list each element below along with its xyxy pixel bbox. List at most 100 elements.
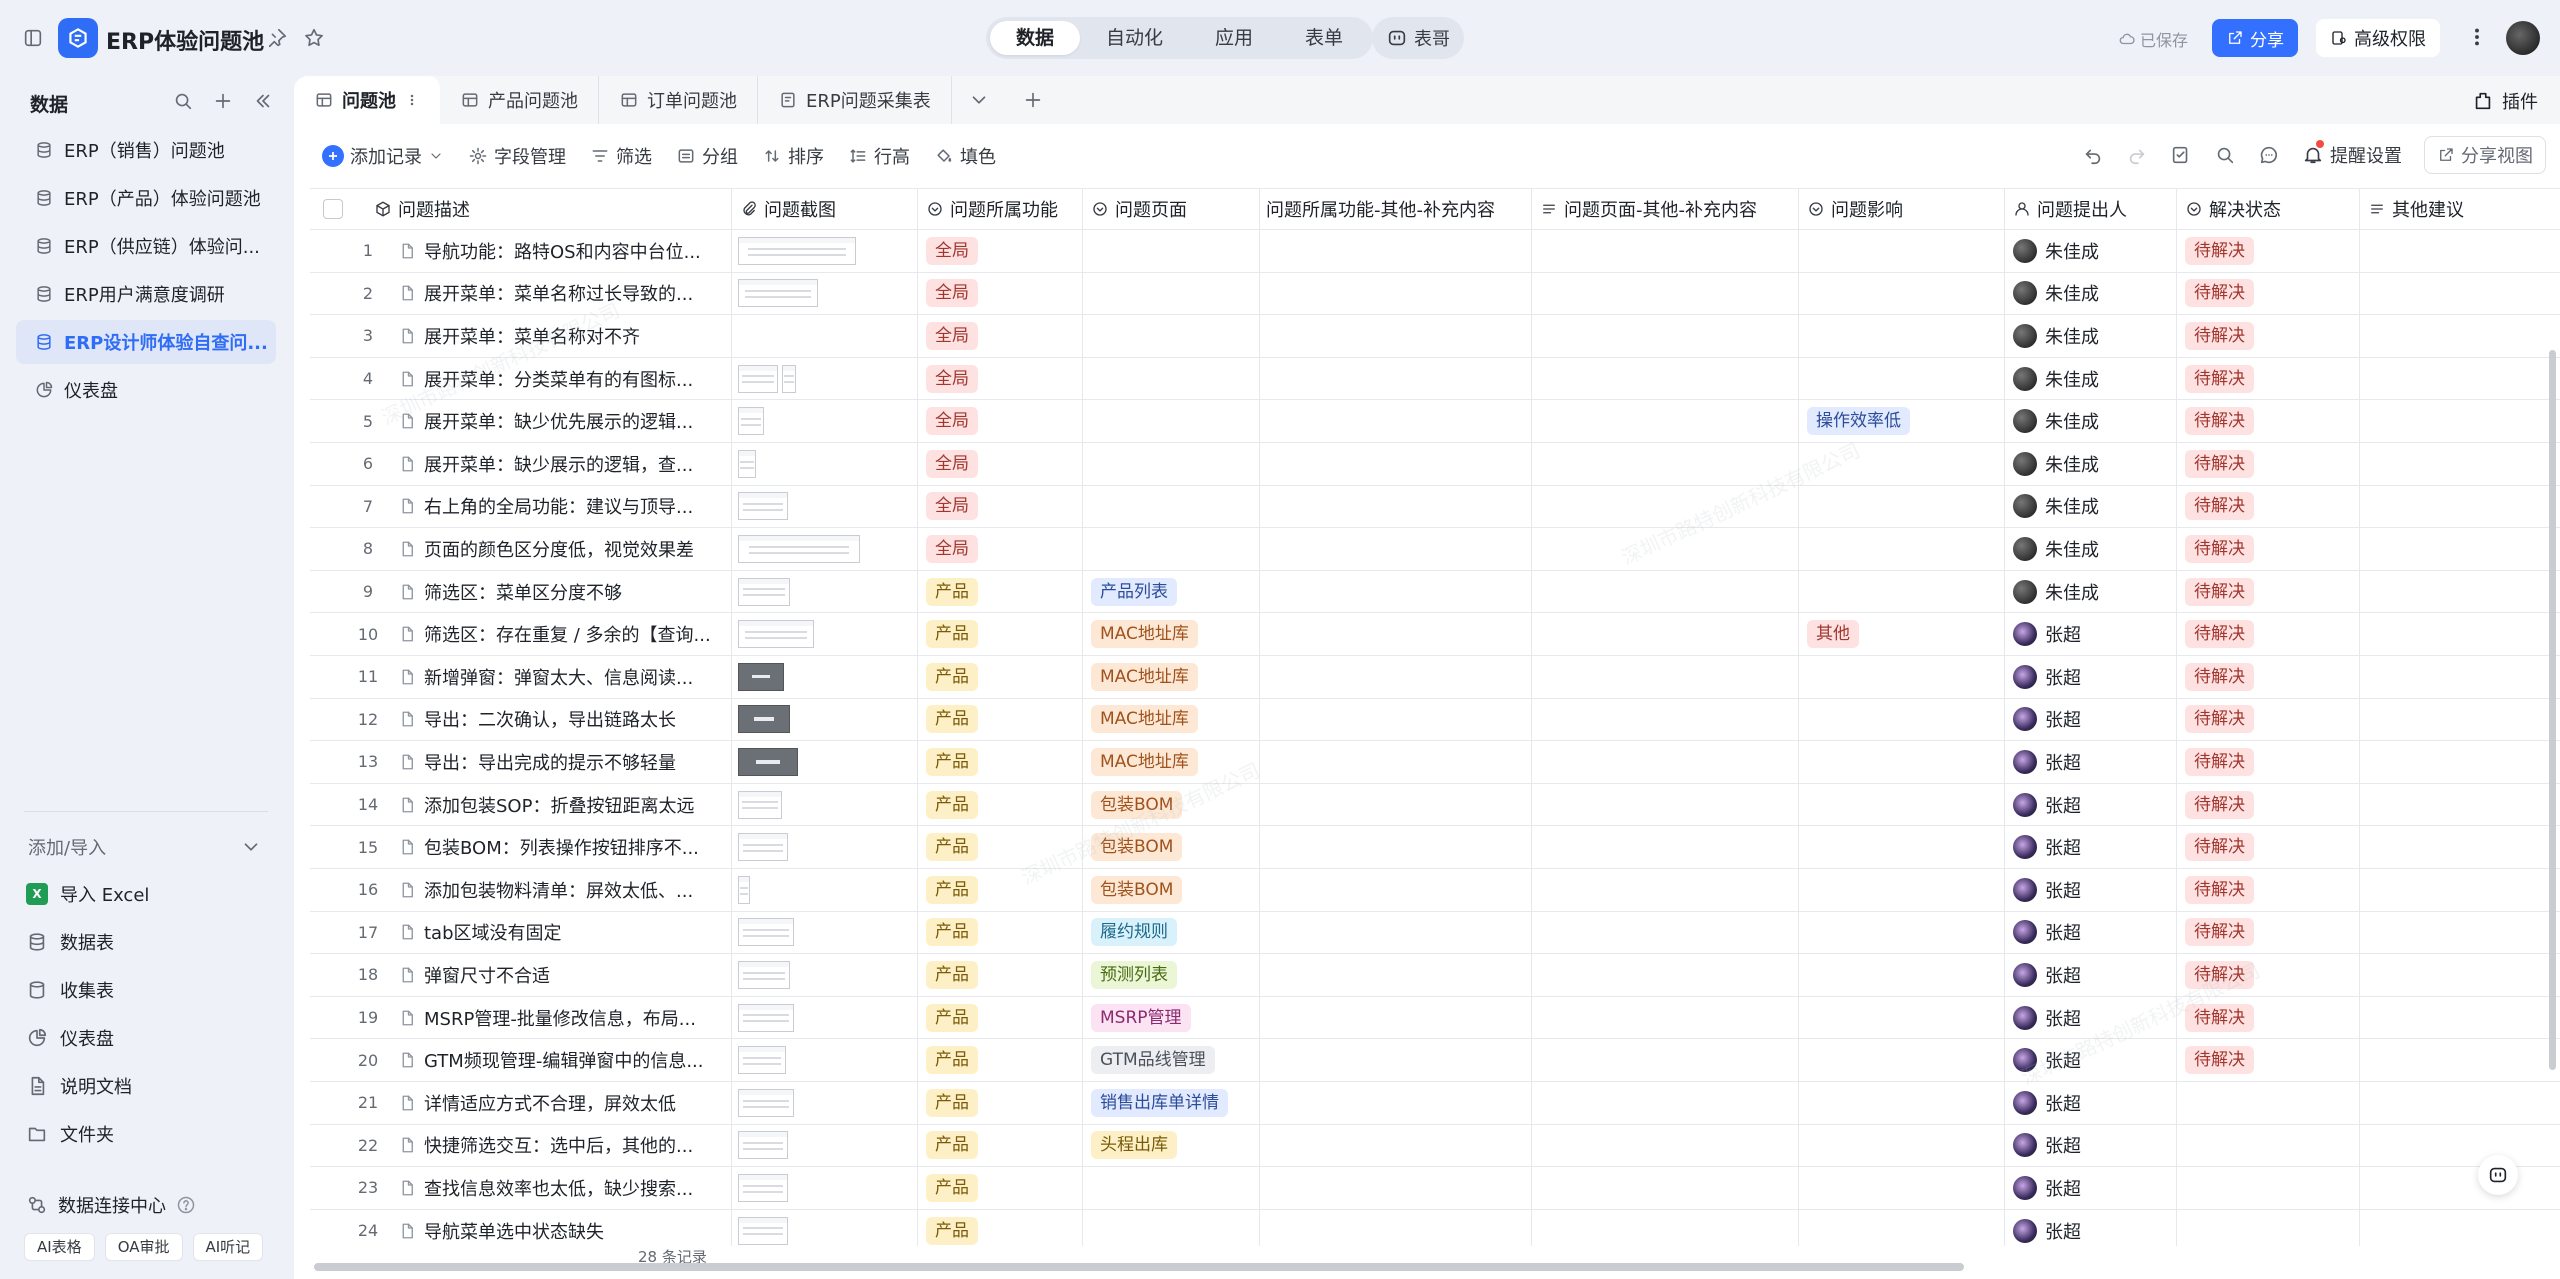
cell-page-extra[interactable] [1532,783,1799,826]
cell-function-extra[interactable] [1260,741,1532,783]
screenshot-thumbnail[interactable] [738,1046,786,1075]
col-header-desc[interactable]: 问题描述 [348,189,732,229]
group-button[interactable]: 分组 [676,143,738,169]
row-select-cell[interactable] [310,656,348,698]
cell-function[interactable]: 全局 [918,315,1083,357]
cell-screenshot[interactable] [732,826,918,868]
cell-screenshot[interactable] [732,1167,918,1209]
cell-page[interactable]: MAC地址库 [1083,698,1260,741]
cell-page-extra[interactable] [1532,1082,1799,1124]
cell-suggestion[interactable] [2360,1039,2560,1081]
more-icon[interactable] [404,90,420,110]
edit-note-icon[interactable] [2170,144,2192,166]
col-header-function[interactable]: 问题所属功能 [918,189,1083,229]
cell-page-extra[interactable] [1532,485,1799,528]
cell-screenshot[interactable] [732,1124,918,1167]
row-select-cell[interactable] [310,784,348,826]
cell-desc[interactable]: 20 GTM频现管理-编辑弹窗中的信息... [348,1039,732,1081]
cell-reporter[interactable]: 朱佳成 [2005,357,2177,400]
cell-suggestion[interactable] [2360,912,2560,954]
cell-page[interactable]: 头程出库 [1083,1124,1260,1167]
cell-desc[interactable]: 5 展开菜单：缺少优先展示的逻辑... [348,400,732,442]
row-select-cell[interactable] [310,358,348,400]
cell-page[interactable]: 履约规则 [1083,911,1260,954]
cell-impact[interactable] [1799,1167,2005,1209]
cell-function-extra[interactable] [1260,1167,1532,1209]
add-record-button[interactable]: 添加记录 [322,143,444,169]
cell-function[interactable]: 产品 [918,911,1083,954]
tab-issue-pool[interactable]: 问题池 [294,76,440,124]
cell-function-extra[interactable] [1260,826,1532,868]
screenshot-thumbnail[interactable] [738,1173,788,1202]
cell-impact[interactable] [1799,1124,2005,1167]
screenshot-thumbnail[interactable] [738,492,788,521]
table-row[interactable]: 23 查找信息效率也太低，缺少搜索... 产品 张超 [310,1167,2560,1210]
col-header-reporter[interactable]: 问题提出人 [2005,189,2177,229]
col-header-screenshot[interactable]: 问题截图 [732,189,918,229]
cell-status[interactable]: 待解决 [2177,272,2360,315]
cell-function[interactable]: 产品 [918,1209,1083,1246]
search-icon[interactable] [2214,144,2236,166]
cell-desc[interactable]: 3 展开菜单：菜单名称对不齐 [348,315,732,357]
cell-status[interactable]: 待解决 [2177,528,2360,570]
cell-suggestion[interactable] [2360,315,2560,357]
cell-reporter[interactable]: 张超 [2005,783,2177,826]
cell-function[interactable]: 产品 [918,954,1083,996]
cell-suggestion[interactable] [2360,1125,2560,1167]
cell-page-extra[interactable] [1532,741,1799,783]
mode-tab-data[interactable]: 数据 [990,21,1081,55]
table-row[interactable]: 14 添加包装SOP：折叠按钮距离太远 产品 包装BOM 张超 待解决 [310,783,2560,827]
row-select-cell[interactable] [310,486,348,528]
cell-page[interactable]: MAC地址库 [1083,613,1260,655]
cell-page[interactable]: GTM品线管理 [1083,1039,1260,1081]
cell-screenshot[interactable] [732,485,918,528]
cell-suggestion[interactable] [2360,869,2560,911]
add-menu-item[interactable]: 文件夹 [16,1110,276,1158]
field-manage-button[interactable]: 字段管理 [468,143,566,169]
cell-screenshot[interactable] [732,741,918,783]
cell-function-extra[interactable] [1260,698,1532,741]
col-header-page-extra[interactable]: 问题页面-其他-补充内容 [1532,189,1799,229]
table-row[interactable]: 2 展开菜单：菜单名称过长导致的... 全局 朱佳成 待解决 [310,272,2560,316]
cell-function-extra[interactable] [1260,783,1532,826]
cell-page-extra[interactable] [1532,357,1799,400]
screenshot-thumbnail[interactable] [738,918,794,947]
collapse-icon[interactable] [252,90,274,112]
row-select-cell[interactable] [310,869,348,911]
cell-page-extra[interactable] [1532,1039,1799,1081]
table-row[interactable]: 4 展开菜单：分类菜单有的有图标... 全局 朱佳成 待解决 [310,357,2560,401]
cell-desc[interactable]: 10 筛选区：存在重复 / 多余的【查询... [348,613,732,655]
row-select-cell[interactable] [310,699,348,741]
document-icon[interactable] [388,923,424,941]
screenshot-thumbnail[interactable] [738,662,784,691]
cell-page[interactable] [1083,230,1260,272]
table-row[interactable]: 9 筛选区：菜单区分度不够 产品 产品列表 朱佳成 待解决 [310,570,2560,614]
add-menu-item[interactable]: 仪表盘 [16,1014,276,1062]
cell-screenshot[interactable] [732,1039,918,1081]
cell-screenshot[interactable] [732,1209,918,1246]
cell-impact[interactable] [1799,1209,2005,1246]
tab-erp-form[interactable]: ERP问题采集表 [758,76,952,124]
mode-tab-form[interactable]: 表单 [1279,21,1369,55]
screenshot-thumbnail[interactable] [738,620,814,649]
cell-impact[interactable] [1799,869,2005,911]
cell-function[interactable]: 全局 [918,357,1083,400]
cell-impact[interactable] [1799,826,2005,868]
cell-reporter[interactable]: 张超 [2005,1082,2177,1124]
cell-page[interactable] [1083,443,1260,485]
cell-desc[interactable]: 13 导出：导出完成的提示不够轻量 [348,741,732,783]
cell-page-extra[interactable] [1532,869,1799,911]
undo-icon[interactable] [2082,144,2104,166]
cell-page-extra[interactable] [1532,443,1799,485]
tab-product-pool[interactable]: 产品问题池 [440,76,599,124]
cell-status[interactable]: 待解决 [2177,954,2360,996]
table-row[interactable]: 20 GTM频现管理-编辑弹窗中的信息... 产品 GTM品线管理 张超 待解决 [310,1039,2560,1082]
cell-desc[interactable]: 22 快捷筛选交互：选中后，其他的... [348,1124,732,1167]
cell-function-extra[interactable] [1260,400,1532,442]
document-icon[interactable] [388,1136,424,1154]
sidebar-item[interactable]: ERP（产品）体验问题池 [16,176,276,220]
cell-status[interactable]: 待解决 [2177,996,2360,1039]
add-icon[interactable] [212,90,234,112]
cell-function[interactable]: 产品 [918,656,1083,698]
cell-function-extra[interactable] [1260,1039,1532,1081]
